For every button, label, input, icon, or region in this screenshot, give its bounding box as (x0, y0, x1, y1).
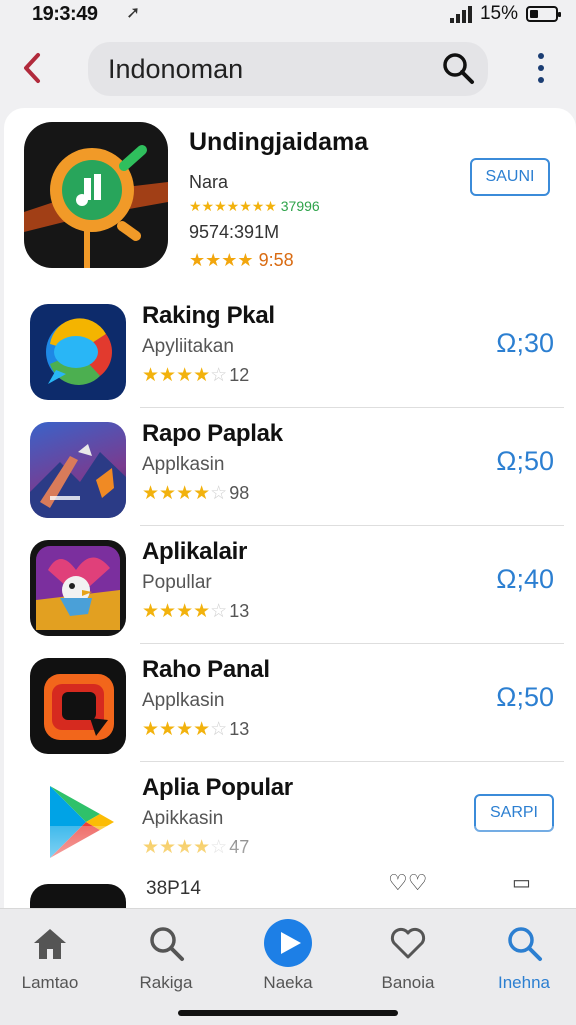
app-icon-partial (30, 884, 126, 908)
status-time: 19:3:49 (32, 3, 98, 25)
app-icon (30, 658, 126, 754)
rating-count: 13 (229, 601, 250, 621)
list-item[interactable]: Raho Panal Applkasin ★★★★☆ 13 Ω;50 (24, 644, 564, 762)
tab-home[interactable]: Lamtao (0, 919, 100, 1009)
star-rating-icon: ★★★★ (142, 483, 211, 504)
app-rating: ★★★★☆ 12 (142, 365, 250, 386)
battery-percent: 15% (479, 3, 518, 24)
tab-play[interactable]: Naeka (238, 919, 338, 1009)
app-price-button[interactable]: Ω;50 (496, 682, 554, 713)
app-price-button[interactable]: Ω;50 (496, 446, 554, 477)
tab-favorites[interactable]: Banoia (358, 919, 458, 1009)
tab-bar: Lamtao Rakiga Naeka Banoia Inehna (0, 908, 576, 1025)
featured-app-subtitle: Nara (189, 172, 229, 192)
app-category: Applkasin (142, 454, 225, 475)
app-price-button[interactable]: Ω;40 (496, 564, 554, 595)
featured-get-button[interactable]: SAUNI (470, 158, 550, 196)
heart-icon (390, 927, 426, 959)
tab-label: Naeka (263, 973, 313, 992)
results-panel: Undingjaidama Nara ★★★★★★★ 37996 9574:39… (4, 108, 576, 908)
tab-label: Inehna (498, 973, 550, 992)
featured-rating-value: 9:58 (258, 250, 294, 270)
star-rating-icon: ★★★★ (142, 601, 211, 622)
star-rating-icon: ★★★★ (142, 719, 211, 740)
app-icon (30, 304, 126, 400)
status-bar: 19:3:49 ➚ 15% (0, 0, 576, 28)
tab-label: Lamtao (21, 973, 79, 992)
search-icon (150, 927, 184, 961)
app-category: Popullar (142, 572, 212, 593)
list-item[interactable]: Rapo Paplak Applkasin ★★★★☆ 98 Ω;50 (24, 408, 564, 526)
header: Indonoman (0, 40, 576, 98)
home-icon (34, 929, 66, 959)
app-icon (30, 422, 126, 518)
location-arrow-icon: ➚ (126, 3, 141, 22)
rating-count: 12 (229, 365, 250, 385)
star-rating-icon: ★★★★ (189, 250, 254, 270)
featured-app-icon (24, 122, 168, 268)
home-indicator (178, 1010, 398, 1016)
play-icon (264, 919, 312, 967)
featured-rating-secondary: ★★★★ 9:58 (189, 250, 294, 271)
search-icon (508, 927, 542, 961)
app-category: Apyliitakan (142, 336, 234, 357)
app-price-button[interactable]: Ω;30 (496, 328, 554, 359)
star-rating-icon: ★★★★★★★ (189, 198, 277, 214)
featured-rating-count: 37996 (280, 198, 320, 214)
signal-icon (449, 5, 472, 23)
app-name: Aplia Popular (142, 774, 293, 801)
star-rating-icon: ★★★★ (142, 365, 211, 386)
app-name: Raking Pkal (142, 302, 275, 329)
app-icon (30, 540, 126, 636)
partial-app-name: 38P14 (146, 878, 201, 899)
more-options-button[interactable] (532, 50, 550, 86)
tab-label: Rakiga (139, 973, 193, 992)
search-input[interactable]: Indonoman (88, 42, 488, 96)
tab-label: Banoia (381, 973, 435, 992)
heart-icon: ♡♡ (388, 870, 428, 895)
app-name: Aplikalair (142, 538, 248, 565)
back-button[interactable] (14, 48, 50, 88)
featured-app-title: Undingjaidama (189, 128, 369, 156)
app-rating: ★★★★☆ 13 (142, 719, 250, 740)
chat-icon: ▭ (512, 872, 531, 894)
featured-app[interactable]: Undingjaidama Nara ★★★★★★★ 37996 9574:39… (24, 122, 564, 272)
app-rating: ★★★★☆ 13 (142, 601, 250, 622)
rating-count: 13 (229, 719, 250, 739)
search-icon[interactable] (440, 50, 476, 86)
app-rating: ★★★★☆ 98 (142, 483, 250, 504)
battery-icon (526, 6, 561, 22)
status-indicators: 15% (449, 3, 561, 25)
tab-search[interactable]: Rakiga (116, 919, 216, 1009)
featured-size: 9574:391M (189, 222, 280, 242)
app-name: Rapo Paplak (142, 420, 283, 447)
tab-explore[interactable]: Inehna (474, 919, 574, 1009)
featured-rating: ★★★★★★★ 37996 (189, 198, 320, 215)
more-vertical-icon (538, 53, 544, 59)
rating-count: 98 (229, 483, 250, 503)
list-item[interactable]: Raking Pkal Apyliitakan ★★★★☆ 12 Ω;30 (24, 290, 564, 408)
search-query: Indonoman (108, 54, 244, 84)
chevron-left-icon (24, 53, 40, 83)
list-item[interactable]: Aplikalair Popullar ★★★★☆ 13 Ω;40 (24, 526, 564, 644)
app-name: Raho Panal (142, 656, 270, 683)
app-category: Applkasin (142, 690, 225, 711)
